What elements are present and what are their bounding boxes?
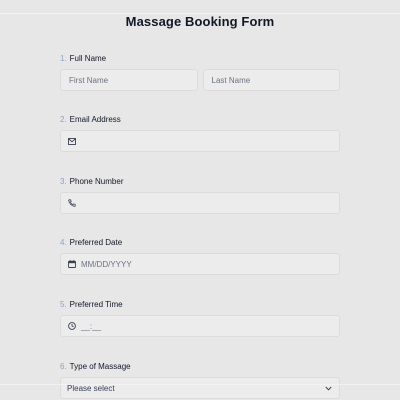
field-number: 2. [60, 115, 67, 124]
phone-label: 3. Phone Number [60, 176, 340, 188]
date-input[interactable]: MM/DD/YYYY [60, 253, 340, 275]
massage-type-field: 6. Type of Massage Please select [60, 361, 340, 399]
field-number: 3. [60, 177, 67, 186]
date-placeholder: MM/DD/YYYY [81, 259, 132, 269]
last-name-placeholder: Last Name [211, 75, 251, 85]
first-name-input[interactable]: First Name [60, 69, 198, 91]
calendar-icon [67, 259, 77, 269]
phone-field: 3. Phone Number [60, 176, 340, 214]
field-label-text: Phone Number [69, 177, 124, 186]
email-field: 2. Email Address [60, 114, 340, 152]
field-label-text: Preferred Date [69, 238, 123, 247]
full-name-field: 1. Full Name First Name Last Name [60, 53, 340, 91]
time-placeholder: __:__ [81, 321, 102, 331]
phone-input[interactable] [60, 192, 340, 214]
mail-icon [67, 136, 77, 146]
email-label: 2. Email Address [60, 114, 340, 126]
bottom-divider [0, 384, 400, 385]
page-title: Massage Booking Form [125, 14, 275, 29]
time-field: 5. Preferred Time __:__ [60, 299, 340, 337]
date-label: 4. Preferred Date [60, 237, 340, 249]
field-number: 5. [60, 300, 67, 309]
massage-type-select[interactable]: Please select [60, 377, 340, 399]
time-input[interactable]: __:__ [60, 315, 340, 337]
massage-type-label: 6. Type of Massage [60, 361, 340, 373]
field-label-text: Preferred Time [69, 300, 123, 309]
phone-icon [67, 198, 77, 208]
name-row: First Name Last Name [60, 69, 340, 91]
booking-form-page: Massage Booking Form 1. Full Name First N… [0, 0, 400, 400]
field-label-text: Full Name [69, 54, 107, 63]
email-input[interactable] [60, 130, 340, 152]
clock-icon [67, 321, 77, 331]
field-number: 6. [60, 362, 67, 371]
first-name-placeholder: First Name [69, 75, 109, 85]
time-label: 5. Preferred Time [60, 299, 340, 311]
field-number: 4. [60, 238, 67, 247]
field-label-text: Type of Massage [69, 362, 131, 371]
date-field: 4. Preferred Date MM/DD/YYYY [60, 237, 340, 275]
full-name-label: 1. Full Name [60, 53, 340, 65]
last-name-input[interactable]: Last Name [202, 69, 340, 91]
field-number: 1. [60, 54, 67, 63]
field-label-text: Email Address [69, 115, 121, 124]
